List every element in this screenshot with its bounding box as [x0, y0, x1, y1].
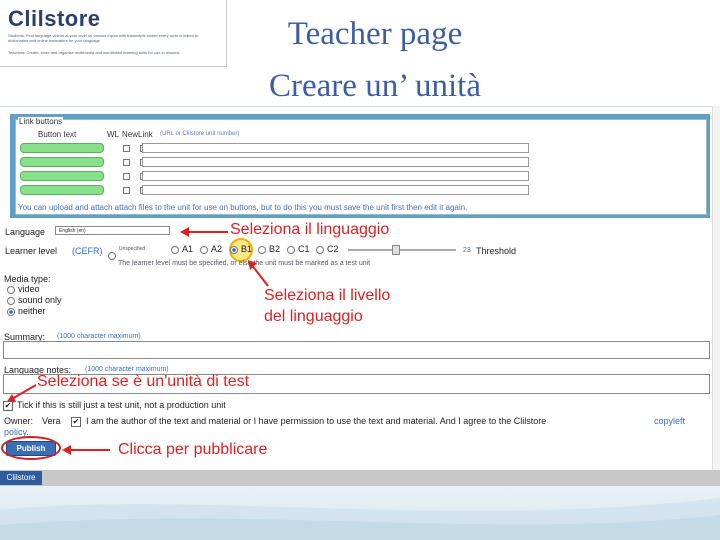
slide-title-line2: Creare un’ unità: [269, 68, 481, 104]
column-link-note: (URL or Clilstore unit number): [160, 131, 240, 137]
annotation-level-line1: Seleziona il livello: [264, 287, 391, 304]
owner-label: Owner:: [4, 416, 34, 426]
level-b1[interactable]: B1: [230, 244, 252, 254]
media-video-option[interactable]: video: [7, 284, 40, 294]
link-input-2[interactable]: [142, 157, 529, 167]
wl-checkbox-4[interactable]: [123, 187, 130, 194]
level-c1[interactable]: C1: [287, 244, 310, 254]
wl-checkbox-3[interactable]: [123, 173, 130, 180]
level-c2[interactable]: C2: [316, 244, 339, 254]
level-b2[interactable]: B2: [258, 244, 280, 254]
media-sound-option[interactable]: sound only: [7, 295, 62, 305]
language-label: Language: [5, 227, 46, 237]
annotation-level-line2: del linguaggio: [264, 308, 363, 325]
language-select[interactable]: English (en): [55, 226, 170, 235]
arrow-to-publish-icon: [62, 445, 110, 455]
copyleft-link[interactable]: copyleft: [654, 416, 685, 426]
button-text-input-3[interactable]: [20, 171, 104, 181]
agree-text: I am the author of the text and material…: [86, 416, 547, 426]
logo-teachers-note: Teachers: Create, store and organise mul…: [8, 50, 180, 55]
annotation-language: Seleziona il linguaggio: [230, 221, 390, 238]
summary-note: (1000 character maximum): [57, 333, 141, 340]
agree-checkbox[interactable]: ✔: [71, 417, 81, 427]
media-neither-option[interactable]: neither: [7, 306, 46, 316]
level-unspecified-label: Unspecified: [119, 246, 146, 252]
arrow-to-language-icon: [180, 227, 228, 237]
button-text-input-2[interactable]: [20, 157, 104, 167]
column-button-text: Button text: [38, 130, 77, 139]
annotation-publish: Clicca per pubblicare: [118, 441, 268, 458]
cefr-link[interactable]: (CEFR): [72, 246, 103, 256]
wl-checkbox-2[interactable]: [123, 159, 130, 166]
logo-students-note: Students: Find language videos at your l…: [8, 33, 199, 43]
test-unit-checkbox[interactable]: ✔: [3, 401, 13, 411]
level-a2[interactable]: A2: [200, 244, 222, 254]
link-buttons-legend: Link buttons: [18, 117, 64, 126]
test-unit-label: Tick if this is still just a test unit, …: [17, 400, 226, 410]
learner-level-note: The learner level must be specified, or …: [118, 260, 371, 267]
button-text-input-4[interactable]: [20, 185, 104, 195]
media-type-label: Media type:: [4, 274, 51, 284]
bottom-swoosh-decoration: [0, 498, 720, 540]
slide-title-line1: Teacher page: [287, 16, 463, 52]
threshold-label: Threshold: [476, 246, 517, 256]
column-new: New: [122, 130, 139, 139]
link-input-3[interactable]: [142, 171, 529, 181]
publish-highlight-ring: [1, 436, 61, 460]
link-input-1[interactable]: [142, 143, 529, 153]
link-input-4[interactable]: [142, 185, 529, 195]
upload-note: You can upload and attach attach files t…: [18, 203, 468, 212]
page-scrollbar[interactable]: [712, 106, 720, 470]
summary-textarea[interactable]: [3, 341, 710, 359]
column-link: Link: [138, 130, 153, 139]
arrow-to-level-icon: [248, 260, 269, 287]
owner-name: Vera: [42, 416, 61, 426]
threshold-slider[interactable]: [348, 249, 456, 251]
threshold-value: 23: [463, 247, 471, 254]
language-notes-note: (1000 character maximum): [85, 366, 169, 373]
column-wl: WL: [107, 130, 119, 139]
clilstore-logo: Clilstore: [8, 6, 101, 31]
level-a1[interactable]: A1: [171, 244, 193, 254]
learner-level-label: Learner level: [5, 246, 58, 256]
button-text-input-1[interactable]: [20, 143, 104, 153]
threshold-slider-handle[interactable]: [392, 245, 400, 255]
annotation-test: Seleziona se è un'unità di test: [37, 373, 250, 390]
wl-checkbox-1[interactable]: [123, 145, 130, 152]
